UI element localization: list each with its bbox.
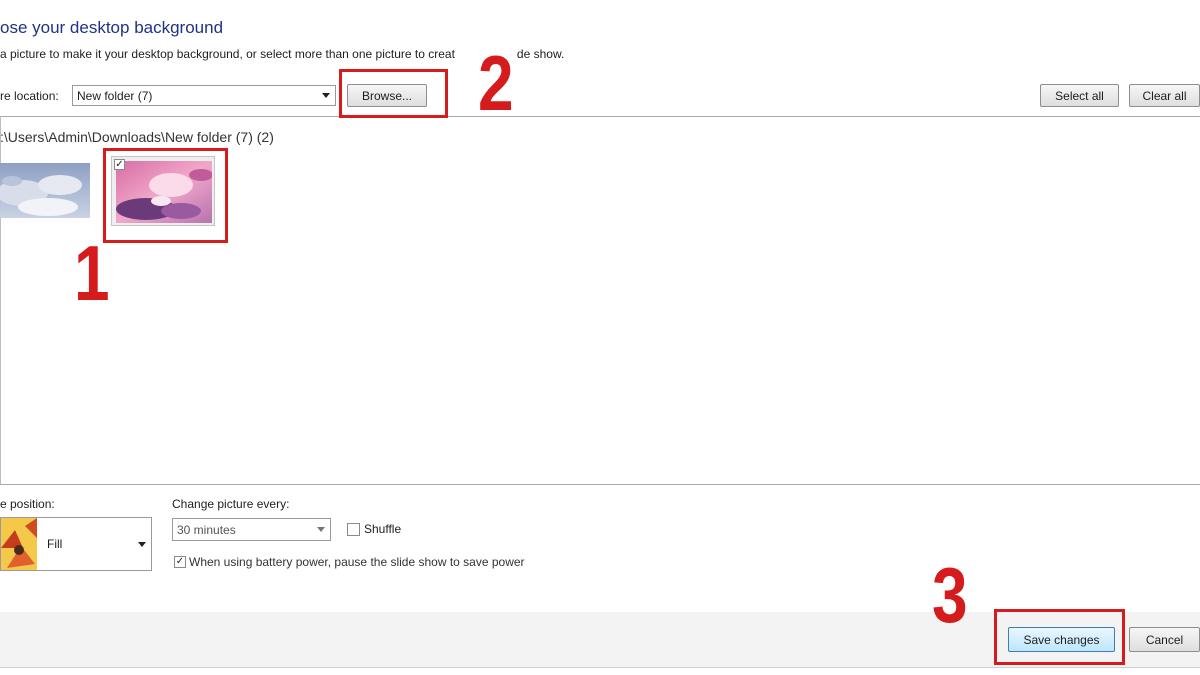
gallery-top-divider [0, 116, 1200, 117]
annotation-step-3: 3 [932, 551, 968, 639]
fill-preview-image [1, 518, 37, 570]
picture-position-label: e position: [0, 497, 55, 511]
chevron-down-icon [322, 93, 330, 98]
chevron-down-icon [317, 527, 325, 532]
interval-select[interactable]: 30 minutes [172, 518, 331, 541]
footer-bottom-line [0, 667, 1200, 668]
annotation-step-1: 1 [74, 229, 110, 317]
picture-location-value: New folder (7) [77, 88, 153, 103]
battery-label: When using battery power, pause the slid… [189, 555, 525, 569]
cloud-wallpaper-image [0, 163, 90, 218]
page-title: ose your desktop background [0, 18, 224, 37]
picture-position-select[interactable]: Fill [0, 517, 152, 571]
folder-path: :\Users\Admin\Downloads\New folder (7) (… [0, 129, 274, 145]
annotation-step-2: 2 [478, 39, 514, 127]
options-top-divider [0, 484, 1200, 485]
chevron-down-icon [138, 541, 146, 547]
wallpaper-thumbnail[interactable] [0, 163, 90, 218]
shuffle-checkbox[interactable] [347, 523, 360, 536]
battery-checkbox[interactable]: ✓ [174, 556, 186, 568]
picture-position-value: Fill [47, 537, 63, 551]
picture-location-select[interactable]: New folder (7) [72, 85, 336, 106]
shuffle-label: Shuffle [364, 522, 402, 536]
picture-location-label: re location: [0, 89, 59, 103]
select-all-button[interactable]: Select all [1040, 84, 1119, 107]
annotation-box-3 [994, 609, 1125, 665]
cancel-button[interactable]: Cancel [1129, 627, 1200, 652]
interval-value: 30 minutes [177, 522, 236, 537]
annotation-box-2 [339, 69, 448, 118]
change-picture-label: Change picture every: [172, 497, 290, 511]
annotation-box-1 [103, 148, 228, 243]
clear-all-button[interactable]: Clear all [1129, 84, 1200, 107]
